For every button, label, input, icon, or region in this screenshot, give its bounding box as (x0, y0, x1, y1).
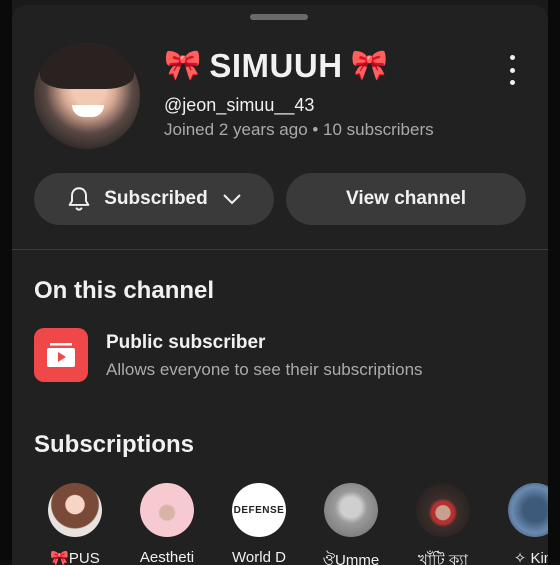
avatar-hair (40, 43, 134, 89)
subscription-name: ঔUmme (322, 552, 380, 565)
more-options-icon[interactable] (502, 55, 522, 85)
avatar-smile (72, 105, 104, 117)
background-edge-left (0, 0, 12, 560)
channel-avatar[interactable] (34, 43, 140, 149)
view-channel-button[interactable]: View channel (286, 173, 526, 225)
bell-icon (68, 187, 90, 211)
more-dot (509, 55, 515, 60)
drag-handle[interactable] (250, 14, 308, 20)
on-this-channel-heading: On this channel (34, 277, 215, 304)
subscription-item[interactable]: 🎀PUS (30, 483, 120, 565)
public-subscriber-title: Public subscriber (106, 332, 266, 353)
subscription-name: World D (232, 549, 286, 565)
subscription-avatar: DEFENSE (232, 483, 286, 537)
subscription-item[interactable]: খাঁটি ক্যা (398, 483, 488, 565)
more-dot (509, 80, 515, 85)
bow-icon: 🎀 (164, 49, 202, 82)
section-divider (12, 249, 548, 250)
subscription-item[interactable]: ঔUmme (306, 483, 396, 565)
subscriptions-icon (47, 343, 75, 367)
subscription-name: ✧ Kim (513, 550, 548, 565)
subscription-name: খাঁটি ক্যা (417, 552, 469, 565)
chevron-down-icon (223, 194, 241, 205)
view-channel-label: View channel (345, 188, 467, 209)
subscribed-label: Subscribed (104, 188, 208, 209)
public-subscriber-description: Allows everyone to see their subscriptio… (106, 360, 423, 379)
bow-icon: 🎀 (350, 49, 388, 82)
subscription-name: Aestheti (139, 549, 195, 565)
channel-title-row: 🎀 SIMUUH 🎀 (164, 47, 388, 85)
subscriptions-heading: Subscriptions (34, 431, 195, 458)
background-edge-right (548, 0, 560, 560)
channel-handle: @jeon_simuu__43 (164, 95, 315, 115)
subscription-avatar (324, 483, 378, 537)
subscription-item[interactable]: Aestheti (122, 483, 212, 565)
channel-meta: Joined 2 years ago • 10 subscribers (164, 120, 434, 139)
defense-logo: DEFENSE (233, 504, 285, 516)
subscribed-button[interactable]: Subscribed (34, 173, 274, 225)
more-dot (509, 67, 515, 73)
channel-name: SIMUUH (209, 47, 343, 84)
subscription-avatar (48, 483, 102, 537)
subscription-item[interactable]: DEFENSE World D (214, 483, 304, 565)
subscription-avatar (416, 483, 470, 537)
subscription-name: 🎀PUS (50, 550, 100, 565)
subscription-avatar (508, 483, 548, 537)
channel-bottom-sheet: 🎀 SIMUUH 🎀 @jeon_simuu__43 Joined 2 year… (12, 5, 548, 565)
subscription-item[interactable]: ✧ Kim (490, 483, 548, 565)
subscription-avatar (140, 483, 194, 537)
public-subscriber-icon (34, 328, 88, 382)
subscriptions-list: 🎀PUS Aestheti DEFENSE World D ঔUmme খাঁট… (12, 483, 548, 565)
